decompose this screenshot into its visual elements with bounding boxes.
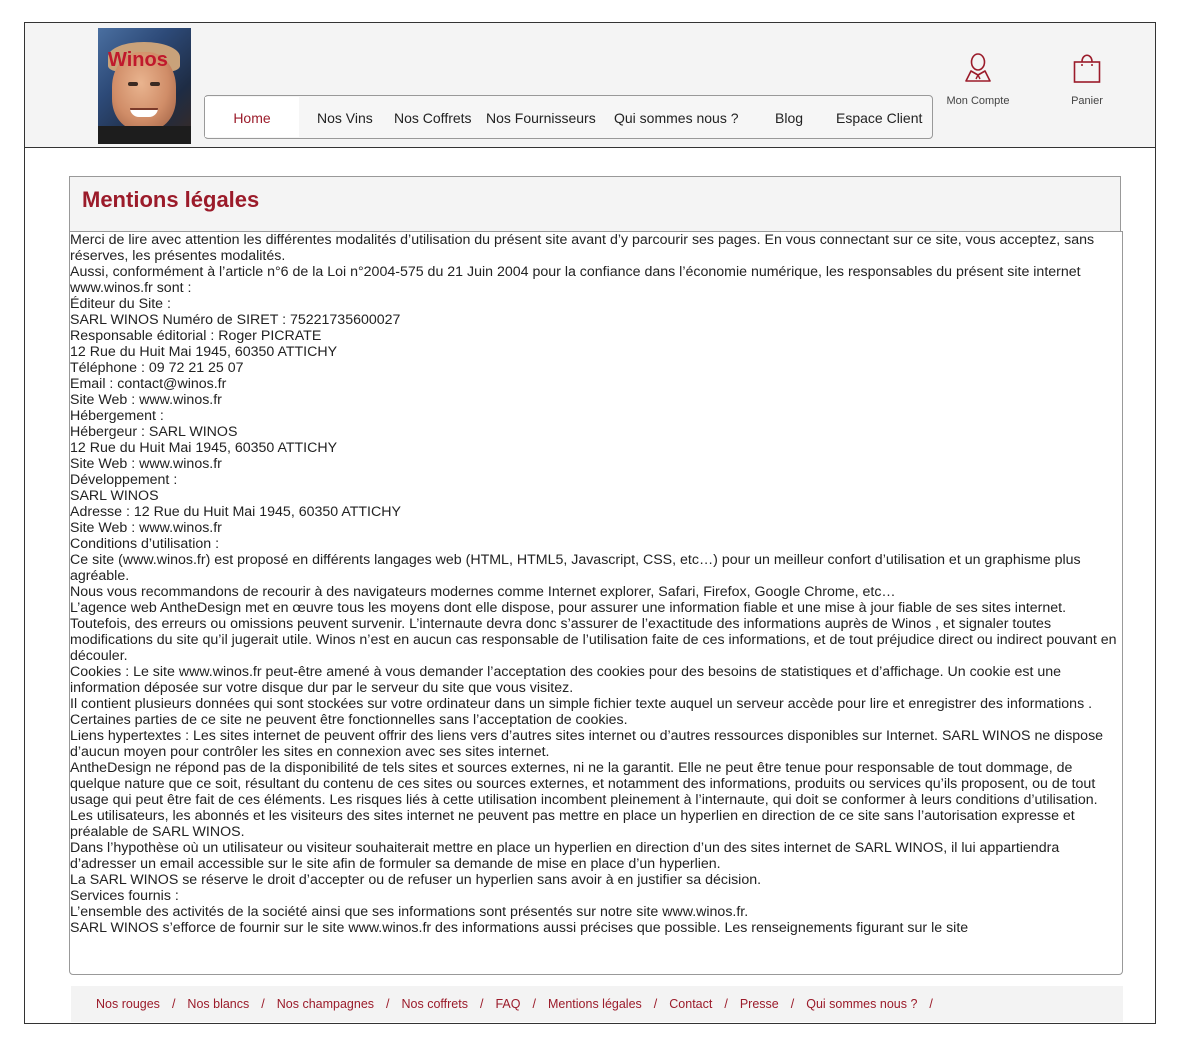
legal-paragraph: Aussi, conformément à l’article n°6 de l…: [70, 264, 1081, 296]
legal-paragraph: Éditeur du Site :: [70, 296, 171, 312]
footer-link[interactable]: Mentions légales: [548, 997, 642, 1011]
nav-item-nos-vins[interactable]: Nos Vins: [317, 97, 373, 137]
logo-eye: [128, 82, 138, 86]
footer-link[interactable]: FAQ: [495, 997, 520, 1011]
legal-paragraph: Cookies : Le site www.winos.fr peut-être…: [70, 664, 1062, 696]
legal-paragraph: Site Web : www.winos.fr: [70, 456, 222, 472]
user-icon: [965, 53, 991, 82]
legal-paragraph: SARL WINOS: [70, 488, 159, 504]
nav-item-nos-coffrets[interactable]: Nos Coffrets: [394, 97, 472, 137]
nav-item-blog[interactable]: Blog: [775, 97, 803, 137]
footer-separator: /: [724, 997, 728, 1011]
legal-content-box[interactable]: Merci de lire avec attention les différe…: [69, 231, 1123, 975]
nav-item-qui-sommes-nous[interactable]: Qui sommes nous ?: [614, 97, 739, 137]
legal-paragraph: Dans l’hypothèse où un utilisateur ou vi…: [70, 840, 1060, 872]
footer-link[interactable]: Qui sommes nous ?: [806, 997, 917, 1011]
legal-paragraph: Adresse : 12 Rue du Huit Mai 1945, 60350…: [70, 504, 401, 520]
legal-paragraph: Les utilisateurs, les abonnés et les vis…: [70, 808, 1075, 840]
legal-paragraph: Téléphone : 09 72 21 25 07: [70, 360, 244, 376]
footer-link[interactable]: Nos rouges: [96, 997, 160, 1011]
legal-paragraph: Développement :: [70, 472, 178, 488]
legal-paragraph: Il contient plusieurs données qui sont s…: [70, 696, 1093, 728]
legal-paragraph: Toutefois, des erreurs ou omissions peuv…: [70, 616, 1117, 664]
legal-paragraph: L’ensemble des activités de la société a…: [70, 904, 749, 920]
account-button[interactable]: Mon Compte: [943, 51, 1013, 107]
legal-paragraph: Email : contact@winos.fr: [70, 376, 227, 392]
nav-item-nos-fournisseurs[interactable]: Nos Fournisseurs: [486, 97, 596, 137]
footer-separator: /: [386, 997, 390, 1011]
legal-paragraph: Site Web : www.winos.fr: [70, 392, 222, 408]
footer-separator: /: [790, 997, 795, 1011]
main-nav: Home Nos Vins Nos Coffrets Nos Fournisse…: [204, 95, 933, 139]
legal-paragraph: SARL WINOS s’efforce de fournir sur le s…: [70, 920, 969, 936]
legal-paragraph: La SARL WINOS se réserve le droit d’acce…: [70, 872, 762, 888]
legal-content: Merci de lire avec attention les différe…: [70, 232, 1122, 936]
legal-paragraph: Nous vous recommandons de recourir à des…: [70, 584, 896, 600]
legal-paragraph: Merci de lire avec attention les différe…: [70, 232, 1095, 264]
footer-link[interactable]: Nos coffrets: [402, 997, 468, 1011]
footer-links: Nos rouges / Nos blancs / Nos champagnes / Nos…: [96, 986, 945, 1022]
account-label: Mon Compte: [946, 95, 1010, 107]
logo-shirt: [98, 126, 191, 144]
footer-link[interactable]: Nos champagnes: [277, 997, 374, 1011]
page-frame: Winos Home Nos Vins Nos Coffrets Nos Fou…: [24, 22, 1156, 1024]
legal-paragraph: 12 Rue du Huit Mai 1945, 60350 ATTICHY: [70, 440, 338, 456]
site-footer: Nos rouges / Nos blancs / Nos champagnes / Nos…: [71, 986, 1123, 1022]
footer-separator: /: [171, 997, 176, 1011]
footer-link[interactable]: Presse: [740, 997, 779, 1011]
nav-item-home[interactable]: Home: [205, 97, 299, 137]
footer-separator: /: [929, 997, 933, 1011]
cart-button[interactable]: Panier: [1057, 51, 1117, 107]
legal-paragraph: Responsable éditorial : Roger PICRATE: [70, 328, 322, 344]
legal-paragraph: SARL WINOS Numéro de SIRET : 75221735600…: [70, 312, 401, 328]
nav-item-espace-client[interactable]: Espace Client: [836, 97, 922, 137]
footer-separator: /: [261, 997, 265, 1011]
site-logo[interactable]: Winos: [98, 28, 191, 144]
footer-separator: /: [479, 997, 484, 1011]
legal-paragraph: 12 Rue du Huit Mai 1945, 60350 ATTICHY: [70, 344, 338, 360]
legal-paragraph: Hébergeur : SARL WINOS: [70, 424, 238, 440]
legal-paragraph: Site Web : www.winos.fr: [70, 520, 222, 536]
logo-text: Winos: [108, 49, 168, 71]
logo-eye: [150, 82, 160, 86]
legal-paragraph: Ce site (www.winos.fr) est proposé en di…: [70, 552, 1081, 584]
cart-label: Panier: [1071, 95, 1103, 107]
legal-paragraph: Hébergement :: [70, 408, 164, 424]
site-header: Winos Home Nos Vins Nos Coffrets Nos Fou…: [25, 23, 1155, 148]
title-box: Mentions légales: [69, 176, 1121, 232]
legal-paragraph: Services fournis :: [70, 888, 179, 904]
footer-separator: /: [532, 997, 536, 1011]
legal-paragraph: L’agence web AntheDesign met en œuvre to…: [70, 600, 1067, 616]
legal-paragraph: AntheDesign ne répond pas de la disponib…: [70, 760, 1098, 808]
footer-separator: /: [653, 997, 658, 1011]
shopping-bag-icon: [1073, 54, 1101, 83]
legal-paragraph: Liens hypertextes : Les sites internet d…: [70, 728, 1104, 760]
legal-paragraph: Conditions d’utilisation :: [70, 536, 220, 552]
page-title: Mentions légales: [82, 187, 260, 212]
footer-link[interactable]: Contact: [669, 997, 712, 1011]
footer-link[interactable]: Nos blancs: [187, 997, 249, 1011]
